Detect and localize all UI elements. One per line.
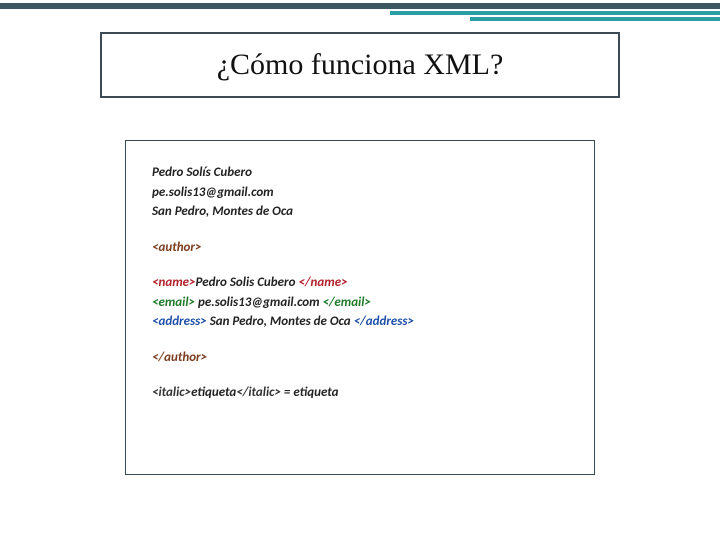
italic-rhs: = etiqueta: [281, 385, 338, 400]
email-value: pe.solis13@gmail.com: [195, 295, 323, 310]
name-close-tag: </name>: [298, 275, 347, 290]
italic-close-tag: </italic>: [236, 385, 281, 400]
author-close-tag: </author>: [152, 350, 207, 365]
xml-email-row: <email> pe.solis13@gmail.com </email>: [152, 293, 568, 313]
author-close-block: </author>: [152, 348, 568, 368]
address-value: San Pedro, Montes de Oca: [207, 314, 354, 329]
accent-bar-teal-upper: [390, 11, 720, 15]
author-open-tag: <author>: [152, 240, 201, 255]
email-close-tag: </email>: [323, 295, 371, 310]
italic-eq-line: <italic>etiqueta</italic> = etiqueta: [152, 383, 568, 403]
plain-address: San Pedro, Montes de Oca: [152, 202, 568, 222]
slide-title: ¿Cómo funciona XML?: [112, 48, 608, 82]
content-container: Pedro Solís Cubero pe.solis13@gmail.com …: [125, 140, 595, 475]
name-value: Pedro Solis Cubero: [196, 275, 299, 290]
accent-bar-dark: [0, 3, 720, 9]
name-open-tag: <name>: [152, 275, 196, 290]
plain-name: Pedro Solís Cubero: [152, 163, 568, 183]
italic-inner: etiqueta: [191, 385, 236, 400]
address-close-tag: </address>: [354, 314, 414, 329]
accent-bar-teal-lower: [470, 17, 720, 21]
title-container: ¿Cómo funciona XML?: [100, 32, 620, 98]
email-open-tag: <email>: [152, 295, 195, 310]
xml-address-row: <address> San Pedro, Montes de Oca </add…: [152, 312, 568, 332]
plain-email: pe.solis13@gmail.com: [152, 183, 568, 203]
author-open-block: <author>: [152, 238, 568, 258]
address-open-tag: <address>: [152, 314, 207, 329]
italic-open-tag: <italic>: [152, 385, 191, 400]
plaintext-block: Pedro Solís Cubero pe.solis13@gmail.com …: [152, 163, 568, 222]
xml-name-row: <name>Pedro Solis Cubero </name>: [152, 273, 568, 293]
slide-top-accent: [0, 0, 720, 18]
xml-fields-block: <name>Pedro Solis Cubero </name> <email>…: [152, 273, 568, 332]
